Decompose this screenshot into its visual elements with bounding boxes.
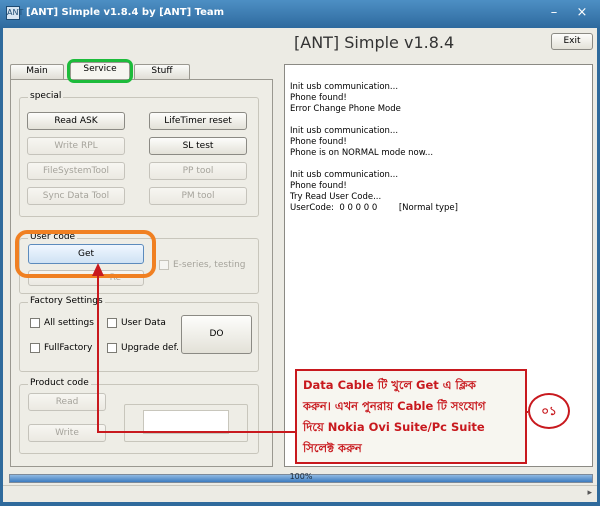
step-number-badge: ০১: [528, 393, 570, 429]
callout-line: Data Cable টি খুলে Get এ ক্লিক: [303, 378, 476, 392]
instruction-callout: Data Cable টি খুলে Get এ ক্লিক করুন। এখন…: [295, 369, 527, 464]
arrow-line: [97, 271, 295, 433]
callout-line: সিলেক্ট করুন: [303, 441, 362, 455]
callout-line: করুন। এখন পুনরায় Cable টি সংযোগ: [303, 399, 486, 413]
callout-line: দিয়ে Nokia Ovi Suite/Pc Suite: [303, 420, 485, 434]
arrow-head: [92, 263, 104, 276]
